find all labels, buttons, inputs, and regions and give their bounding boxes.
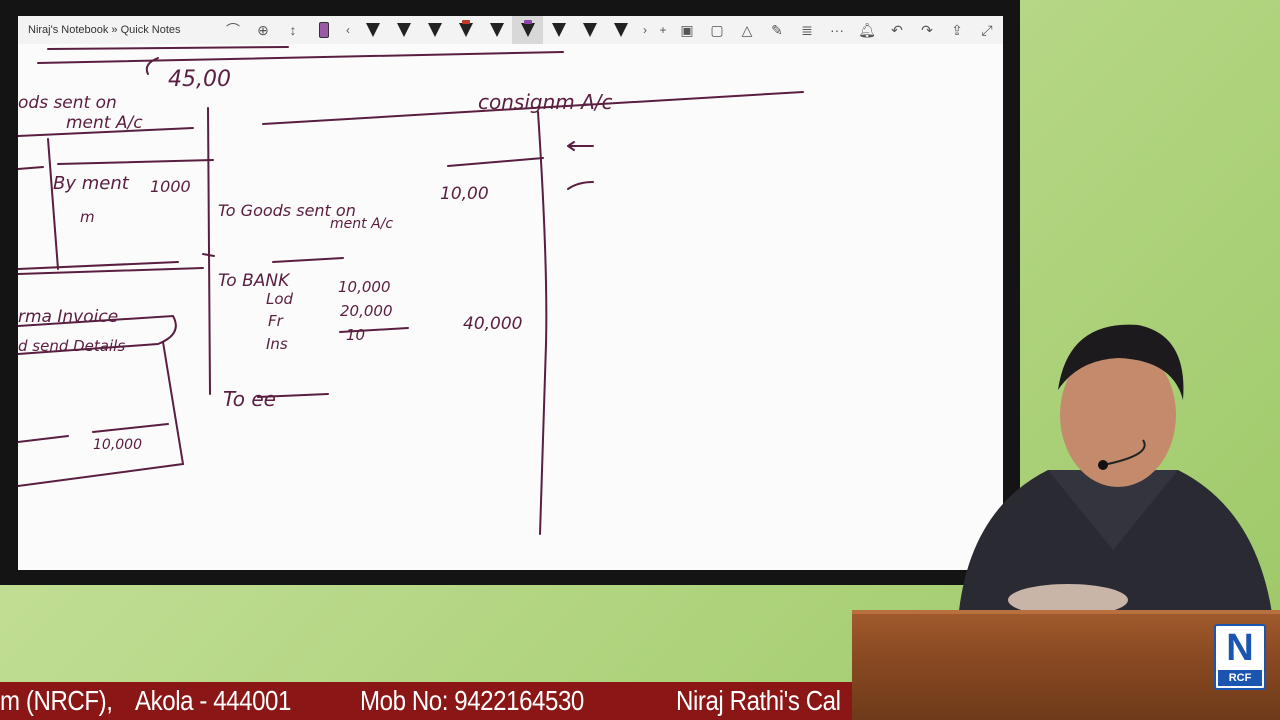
pen-icon[interactable]: [605, 16, 636, 44]
ink-layer: 45,00 ods sent on ment A/c By ment m 100…: [18, 46, 804, 535]
ink-to-text-icon[interactable]: ≣: [792, 16, 822, 44]
ink-line: [92, 423, 169, 433]
ink-line: [47, 46, 289, 50]
ticker-part-4: Niraj Rathi's Cal: [676, 685, 841, 716]
insert-space-icon[interactable]: ↕: [278, 16, 308, 44]
pen-icon[interactable]: [512, 16, 543, 44]
note-canvas[interactable]: 45,00 ods sent on ment A/c By ment m 100…: [18, 44, 1003, 570]
row2-item1-amt: 10,000: [338, 278, 391, 296]
ink-line: [272, 257, 344, 263]
presenter-photo: [958, 324, 1273, 620]
pen-icon[interactable]: [481, 16, 512, 44]
ink-line: [18, 267, 204, 275]
row2-item3-amt: 10: [346, 326, 365, 344]
more-icon[interactable]: ···: [822, 16, 852, 44]
ink-line: [18, 166, 44, 170]
ticker-part-1: m (NRCF),: [0, 685, 113, 716]
collapse-icon[interactable]: ⤢: [972, 16, 1002, 44]
note-left-total: 10,000: [93, 437, 142, 453]
ink-line: [18, 435, 69, 443]
ticker-part-3: Mob No: 9422164530: [360, 685, 584, 716]
pen-icon[interactable]: [543, 16, 574, 44]
ink-line: [57, 159, 214, 165]
pan-icon[interactable]: ⊕: [248, 16, 278, 44]
note-left-amount: 1000: [150, 177, 191, 196]
note-left-invoice: rma Invoice: [18, 307, 118, 327]
note-top-value: 45,00: [168, 67, 231, 92]
row2-item1: Lod: [266, 290, 294, 308]
ink-line: [207, 107, 211, 395]
row2-item2-amt: 20,000: [340, 302, 393, 320]
row2-total: 40,000: [463, 314, 522, 334]
pen-icon[interactable]: [419, 16, 450, 44]
pen-icon[interactable]: [357, 16, 388, 44]
bell-icon[interactable]: 🔔︎: [852, 16, 882, 44]
share-icon[interactable]: ⇪: [942, 16, 972, 44]
note-left-heading-1: ods sent on: [18, 93, 117, 113]
scroll-left-icon[interactable]: ‹: [339, 16, 357, 44]
ink-arrow: [567, 141, 594, 151]
row1-amount: 10,00: [440, 184, 489, 204]
account-title: consignm A/c: [478, 90, 613, 114]
scroll-right-icon[interactable]: ›: [636, 16, 654, 44]
row2-item3: Ins: [266, 335, 288, 353]
ink-arrow: [202, 253, 215, 257]
ink-arrow: [567, 181, 594, 190]
title-bar: Niraj's Notebook » Quick Notes ⌒ ⊕ ↕ ‹ ›…: [18, 16, 1003, 44]
row2-item2: Fr: [268, 312, 284, 330]
ink-to-shape-icon[interactable]: △: [732, 16, 762, 44]
note-left-entry: By ment: [53, 173, 130, 194]
add-pen-icon[interactable]: +: [654, 16, 672, 44]
ruler-icon[interactable]: ✎: [762, 16, 792, 44]
logo-subtext: RCF: [1218, 670, 1262, 686]
address-ticker: m (NRCF), Akola - 444001 Mob No: 9422164…: [0, 682, 852, 720]
microphone-icon: [1098, 460, 1108, 470]
undo-icon[interactable]: ↶: [882, 16, 912, 44]
pen-icon[interactable]: [574, 16, 605, 44]
ink-line: [447, 157, 544, 167]
note-left-entry-2: m: [80, 208, 95, 226]
ink-line: [537, 111, 548, 535]
ink-line: [18, 341, 185, 487]
ink-line: [47, 138, 59, 270]
ink-line: [37, 51, 564, 64]
row2-label: To BANK: [218, 271, 291, 291]
highlighter-icon[interactable]: [308, 16, 339, 44]
ticker-part-2: Akola - 444001: [135, 685, 291, 716]
redo-icon[interactable]: ↷: [912, 16, 942, 44]
ink-line: [18, 261, 179, 270]
logo-letter: N: [1226, 627, 1254, 669]
note-left-heading-2: ment A/c: [66, 113, 143, 133]
row3-label: To ee: [223, 387, 276, 411]
lasso-icon[interactable]: ⌒: [218, 16, 248, 44]
shapes-icon[interactable]: ▣: [672, 16, 702, 44]
pen-icon[interactable]: [388, 16, 419, 44]
lasso-select-icon[interactable]: ▢: [702, 16, 732, 44]
onenote-window: Niraj's Notebook » Quick Notes ⌒ ⊕ ↕ ‹ ›…: [18, 16, 1003, 570]
pen-icon[interactable]: [450, 16, 481, 44]
draw-toolbar: ⌒ ⊕ ↕ ‹ › + ▣ ▢ △ ✎ ≣ ··· 🔔︎ ↶ ↷ ⇪ ⤢: [218, 16, 1002, 44]
window-title: Niraj's Notebook » Quick Notes: [28, 24, 181, 36]
nrcf-logo: N RCF: [1214, 624, 1266, 690]
note-left-invoice-2: d send Details: [18, 337, 125, 355]
row1-label-2: ment A/c: [330, 216, 393, 232]
